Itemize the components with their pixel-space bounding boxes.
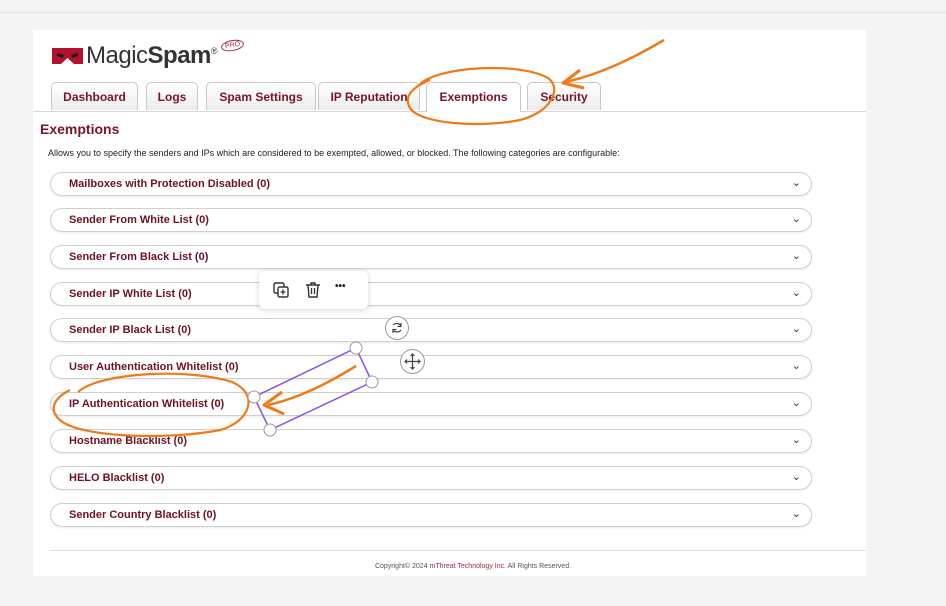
- chevron-down-icon[interactable]: ⌄: [792, 507, 801, 520]
- tab-exemptions[interactable]: Exemptions: [426, 82, 521, 112]
- footer-copyright: Copyright© 2024 mThreat Technology Inc. …: [0, 563, 946, 570]
- tab-dashboard[interactable]: Dashboard: [51, 82, 138, 110]
- accordion-sender-country-blacklist[interactable]: Sender Country Blacklist (0) ⌄: [50, 503, 812, 527]
- chevron-down-icon[interactable]: ⌄: [792, 212, 801, 225]
- logo-text: MagicSpam®: [86, 42, 218, 70]
- duplicate-icon[interactable]: [271, 280, 291, 300]
- logo-text-spam: Spam: [147, 42, 212, 69]
- accordion-label: Sender IP White List (0): [69, 288, 192, 300]
- accordion-sender-ip-white-list[interactable]: Sender IP White List (0) ⌄: [50, 282, 812, 306]
- chevron-down-icon[interactable]: ⌄: [792, 396, 801, 409]
- accordion-hostname-blacklist[interactable]: Hostname Blacklist (0) ⌄: [50, 429, 812, 453]
- chevron-down-icon[interactable]: ⌄: [792, 176, 801, 189]
- accordion-label: Sender From White List (0): [69, 214, 209, 226]
- chevron-down-icon[interactable]: ⌄: [792, 249, 801, 262]
- logo-text-magic: Magic: [86, 42, 148, 69]
- magicspam-logo: MagicSpam® PRO: [51, 38, 245, 70]
- more-icon[interactable]: •••: [335, 281, 355, 301]
- page-title: Exemptions: [40, 121, 120, 137]
- accordion-label: Sender From Black List (0): [69, 251, 209, 263]
- page-description: Allows you to specify the senders and IP…: [48, 148, 620, 158]
- accordion-label: Hostname Blacklist (0): [69, 435, 187, 447]
- registered-mark: ®: [210, 46, 218, 56]
- accordion-helo-blacklist[interactable]: HELO Blacklist (0) ⌄: [50, 466, 812, 490]
- chevron-down-icon[interactable]: ⌄: [792, 286, 801, 299]
- tab-ip-reputation[interactable]: IP Reputation: [318, 82, 420, 110]
- accordion-label: User Authentication Whitelist (0): [69, 361, 239, 373]
- logo-mask-icon: [52, 48, 83, 64]
- floating-edit-toolbar: •••: [259, 271, 368, 309]
- accordion-label: Sender Country Blacklist (0): [69, 509, 217, 521]
- chevron-down-icon[interactable]: ⌄: [792, 433, 801, 446]
- accordion-label: Sender IP Black List (0): [69, 324, 192, 336]
- accordion-user-authentication-whitelist[interactable]: User Authentication Whitelist (0) ⌄: [50, 355, 812, 379]
- move-handle[interactable]: [400, 349, 425, 374]
- footer-divider: [50, 550, 866, 551]
- accordion-sender-ip-black-list[interactable]: Sender IP Black List (0) ⌄: [50, 318, 812, 342]
- footer-prefix: Copyright© 2024: [374, 563, 430, 570]
- browser-top-bar: [0, 0, 946, 13]
- accordion-mailboxes-protection-disabled[interactable]: Mailboxes with Protection Disabled (0) ⌄: [50, 172, 812, 196]
- accordion-label: HELO Blacklist (0): [69, 472, 165, 484]
- accordion-sender-from-black-list[interactable]: Sender From Black List (0) ⌄: [50, 245, 812, 269]
- accordion-ip-authentication-whitelist[interactable]: IP Authentication Whitelist (0) ⌄: [50, 392, 812, 416]
- chevron-down-icon[interactable]: ⌄: [792, 359, 801, 372]
- rotate-icon: [392, 322, 402, 333]
- tab-logs[interactable]: Logs: [146, 82, 198, 110]
- accordion-label: IP Authentication Whitelist (0): [69, 398, 225, 410]
- footer-suffix: . All Rights Reserved.: [504, 563, 572, 570]
- trash-icon[interactable]: [303, 280, 323, 300]
- accordion-sender-from-white-list[interactable]: Sender From White List (0) ⌄: [50, 208, 812, 232]
- footer-company-link[interactable]: mThreat Technology Inc: [430, 563, 505, 570]
- accordion-label: Mailboxes with Protection Disabled (0): [69, 178, 271, 190]
- rotate-handle[interactable]: [385, 316, 409, 340]
- chevron-down-icon[interactable]: ⌄: [792, 470, 801, 483]
- chevron-down-icon[interactable]: ⌄: [792, 322, 801, 335]
- move-icon: [404, 353, 421, 370]
- tab-security[interactable]: Security: [527, 82, 601, 110]
- tab-spam-settings[interactable]: Spam Settings: [206, 82, 316, 110]
